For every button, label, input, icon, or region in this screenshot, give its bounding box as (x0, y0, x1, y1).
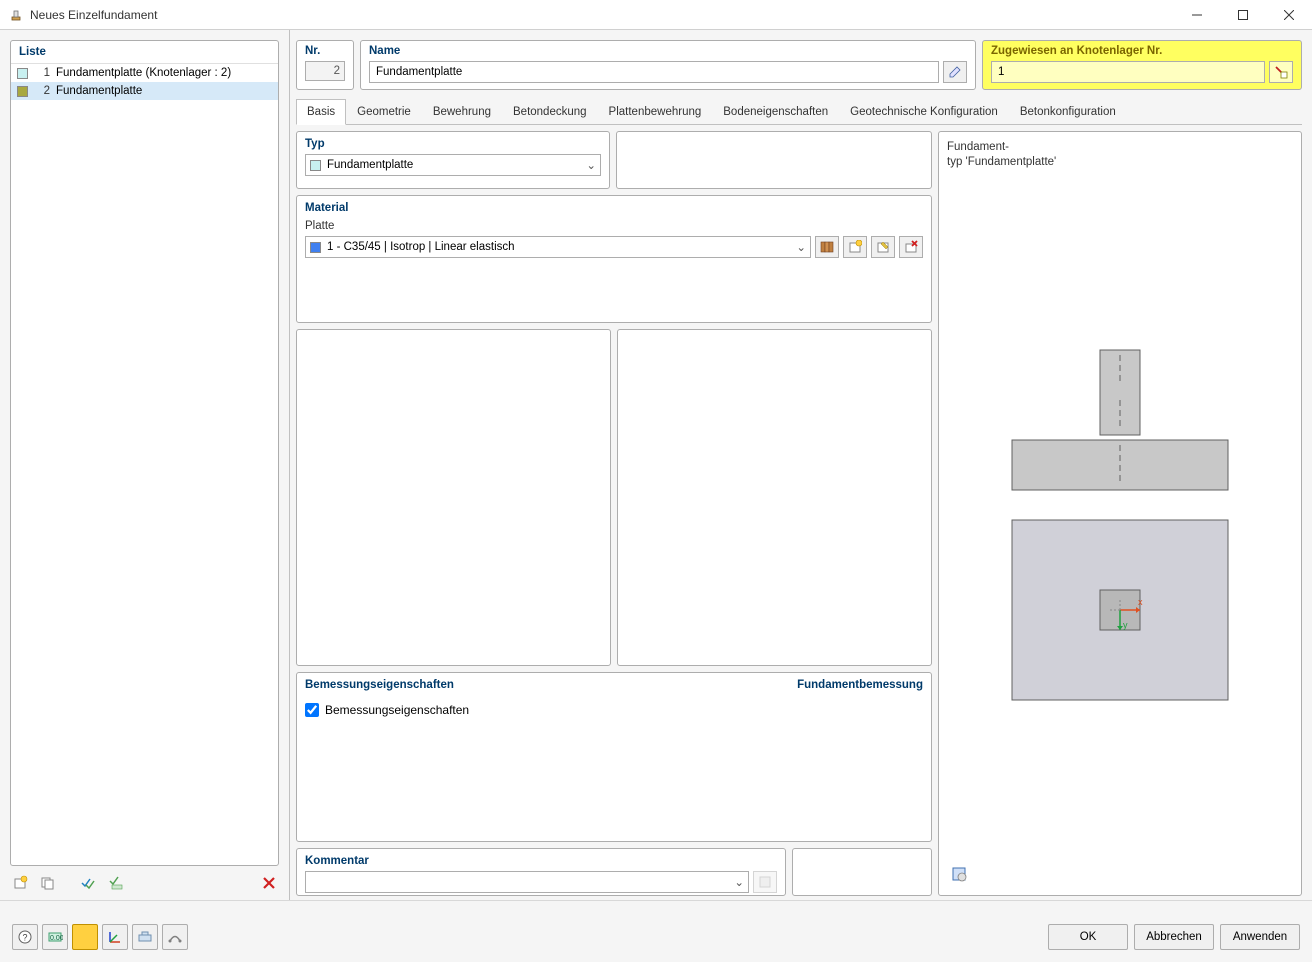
tab-geometrie[interactable]: Geometrie (346, 99, 422, 125)
foundation-design-header: Fundamentbemessung (797, 679, 923, 691)
design-props-checkbox-row[interactable]: Bemessungseigenschaften (305, 703, 923, 717)
maximize-button[interactable] (1220, 0, 1266, 30)
list-item-1[interactable]: 1 Fundamentplatte (Knotenlager : 2) (11, 64, 278, 82)
name-input[interactable] (369, 61, 939, 83)
comment-header: Kommentar (305, 855, 777, 867)
window-title: Neues Einzelfundament (30, 8, 1174, 22)
plate-label: Platte (305, 220, 923, 232)
check-single-button[interactable] (76, 871, 100, 895)
tabs: Basis Geometrie Bewehrung Betondeckung P… (296, 98, 1302, 125)
assigned-box: Zugewiesen an Knotenlager Nr. (982, 40, 1302, 90)
apply-button[interactable]: Anwenden (1220, 924, 1300, 950)
design-props-header: Bemessungseigenschaften (305, 679, 454, 691)
blank-panel-mid-right (617, 329, 932, 666)
close-button[interactable] (1266, 0, 1312, 30)
list-item-swatch (17, 86, 28, 97)
delete-item-button[interactable] (257, 871, 281, 895)
list-toolbar (0, 870, 289, 900)
number-input (305, 61, 345, 81)
type-panel: Typ Fundamentplatte ⌄ (296, 131, 610, 189)
tab-bewehrung[interactable]: Bewehrung (422, 99, 502, 125)
tool-button-2[interactable] (162, 924, 188, 950)
design-panel: Bemessungseigenschaften Fundamentbemessu… (296, 672, 932, 842)
svg-text:?: ? (23, 933, 28, 943)
list-item-num: 2 (36, 85, 50, 97)
coords-button[interactable] (102, 924, 128, 950)
name-label: Name (369, 45, 967, 57)
cancel-button[interactable]: Abbrechen (1134, 924, 1214, 950)
list-box: Liste 1 Fundamentplatte (Knotenlager : 2… (10, 40, 279, 866)
check-all-button[interactable] (104, 871, 128, 895)
units-button[interactable]: 0.00 (42, 924, 68, 950)
ok-button[interactable]: OK (1048, 924, 1128, 950)
copy-item-button[interactable] (36, 871, 60, 895)
left-panel: Liste 1 Fundamentplatte (Knotenlager : 2… (0, 30, 290, 900)
assigned-label: Zugewiesen an Knotenlager Nr. (991, 45, 1293, 57)
list-item-swatch (17, 68, 28, 79)
minimize-button[interactable] (1174, 0, 1220, 30)
svg-text:x: x (1138, 597, 1143, 607)
list-header: Liste (11, 41, 278, 64)
number-label: Nr. (305, 45, 345, 57)
preview-panel: Fundament- typ 'Fundamentplatte' (938, 131, 1302, 896)
material-swatch-icon (310, 242, 321, 253)
tab-bodeneigenschaften[interactable]: Bodeneigenschaften (712, 99, 839, 125)
tab-betonkonfiguration[interactable]: Betonkonfiguration (1009, 99, 1127, 125)
tab-betondeckung[interactable]: Betondeckung (502, 99, 598, 125)
material-combo[interactable]: 1 - C35/45 | Isotrop | Linear elastisch … (305, 236, 811, 258)
right-area: Nr. Name Zugewiesen an Knotenlager Nr. (290, 30, 1312, 900)
design-props-checkbox[interactable] (305, 703, 319, 717)
preview-settings-button[interactable] (947, 862, 971, 886)
material-header: Material (305, 202, 923, 214)
design-props-checkbox-label: Bemessungseigenschaften (325, 703, 469, 717)
chevron-down-icon: ⌄ (796, 240, 806, 254)
blank-panel-top (616, 131, 932, 189)
chevron-down-icon: ⌄ (586, 158, 596, 172)
edit-name-button[interactable] (943, 61, 967, 83)
footer: ? 0.00 OK Abbrechen Anwenden (0, 900, 1312, 962)
material-edit-button[interactable] (871, 236, 895, 258)
list-item-label: Fundamentplatte (Knotenlager : 2) (56, 67, 231, 79)
color-button[interactable] (72, 924, 98, 950)
blank-panel-comment-side (792, 848, 932, 896)
comment-panel: Kommentar ⌄ (296, 848, 786, 896)
comment-combo[interactable]: ⌄ (305, 871, 749, 893)
svg-text:0.00: 0.00 (50, 935, 63, 942)
material-library-button[interactable] (815, 236, 839, 258)
tab-geotechnische-konfiguration[interactable]: Geotechnische Konfiguration (839, 99, 1009, 125)
list-item-label: Fundamentplatte (56, 85, 142, 97)
material-panel: Material Platte 1 - C35/45 | Isotrop | L… (296, 195, 932, 323)
titlebar: Neues Einzelfundament (0, 0, 1312, 30)
tab-basis[interactable]: Basis (296, 99, 346, 125)
tab-plattenbewehrung[interactable]: Plattenbewehrung (598, 99, 713, 125)
preview-caption: Fundament- typ 'Fundamentplatte' (947, 140, 1293, 170)
material-new-button[interactable] (843, 236, 867, 258)
number-field-box: Nr. (296, 40, 354, 90)
material-value: 1 - C35/45 | Isotrop | Linear elastisch (327, 241, 796, 253)
app-icon (8, 7, 24, 23)
name-field-box: Name (360, 40, 976, 90)
list-item-num: 1 (36, 67, 50, 79)
chevron-down-icon: ⌄ (734, 875, 744, 889)
svg-text:y: y (1123, 620, 1128, 630)
type-swatch-icon (310, 160, 321, 171)
help-button[interactable]: ? (12, 924, 38, 950)
type-combo[interactable]: Fundamentplatte ⌄ (305, 154, 601, 176)
new-item-button[interactable] (8, 871, 32, 895)
type-value: Fundamentplatte (327, 159, 586, 171)
comment-edit-button[interactable] (753, 871, 777, 893)
pick-node-button[interactable] (1269, 61, 1293, 83)
list-item-2[interactable]: 2 Fundamentplatte (11, 82, 278, 100)
blank-panel-mid-left (296, 329, 611, 666)
assigned-input[interactable] (991, 61, 1265, 83)
material-delete-button[interactable] (899, 236, 923, 258)
tool-button-1[interactable] (132, 924, 158, 950)
preview-drawing: x y (947, 170, 1293, 861)
type-header: Typ (305, 138, 601, 150)
